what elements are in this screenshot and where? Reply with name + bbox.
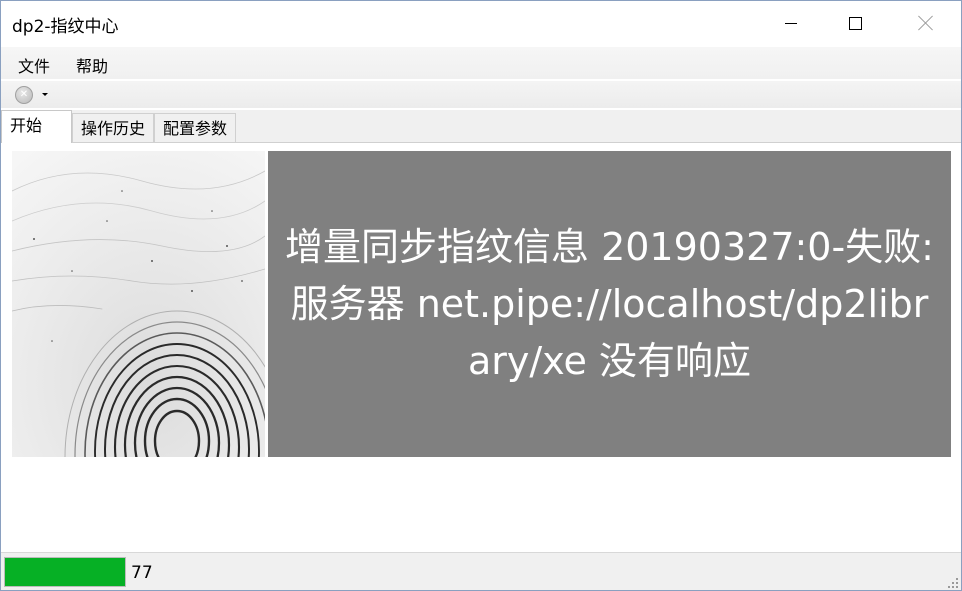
- minimize-button[interactable]: [768, 1, 814, 45]
- menu-file[interactable]: 文件: [18, 53, 50, 77]
- menu-bar: 文件 帮助: [1, 47, 961, 79]
- menu-help[interactable]: 帮助: [76, 53, 108, 77]
- dropdown-caret-icon[interactable]: [42, 93, 48, 96]
- close-button[interactable]: [903, 1, 949, 45]
- title-bar: dp2-指纹中心: [1, 1, 961, 45]
- fingerprint-image: [12, 151, 265, 457]
- tab-content-start: 增量同步指纹信息 20190327:0-失败: 服务器 net.pipe://l…: [2, 143, 960, 551]
- fingerprint-drawing: [12, 151, 265, 457]
- maximize-icon: [848, 16, 862, 30]
- tab-strip: 开始 操作历史 配置参数: [1, 110, 961, 143]
- status-text: 77: [131, 563, 153, 583]
- status-message: 增量同步指纹信息 20190327:0-失败: 服务器 net.pipe://l…: [285, 224, 934, 383]
- progress-fill: [5, 558, 125, 586]
- maximize-button[interactable]: [832, 1, 878, 45]
- status-bar: 77: [1, 552, 961, 590]
- app-window: dp2-指纹中心 文件 帮助 ✕ 开始 操作历史 配置参数 增量同步指纹信息 2…: [0, 0, 962, 591]
- stop-circle-icon[interactable]: ✕: [15, 86, 33, 104]
- progress-bar: [4, 557, 126, 587]
- resize-grip-icon[interactable]: [948, 578, 958, 588]
- tab-start[interactable]: 开始: [1, 110, 72, 143]
- window-title: dp2-指纹中心: [12, 17, 119, 37]
- tab-config[interactable]: 配置参数: [154, 113, 236, 142]
- tab-history[interactable]: 操作历史: [72, 113, 154, 142]
- toolbar: ✕: [1, 81, 961, 108]
- close-icon: [918, 15, 934, 31]
- minimize-icon: [785, 22, 797, 24]
- status-message-panel: 增量同步指纹信息 20190327:0-失败: 服务器 net.pipe://l…: [268, 151, 951, 457]
